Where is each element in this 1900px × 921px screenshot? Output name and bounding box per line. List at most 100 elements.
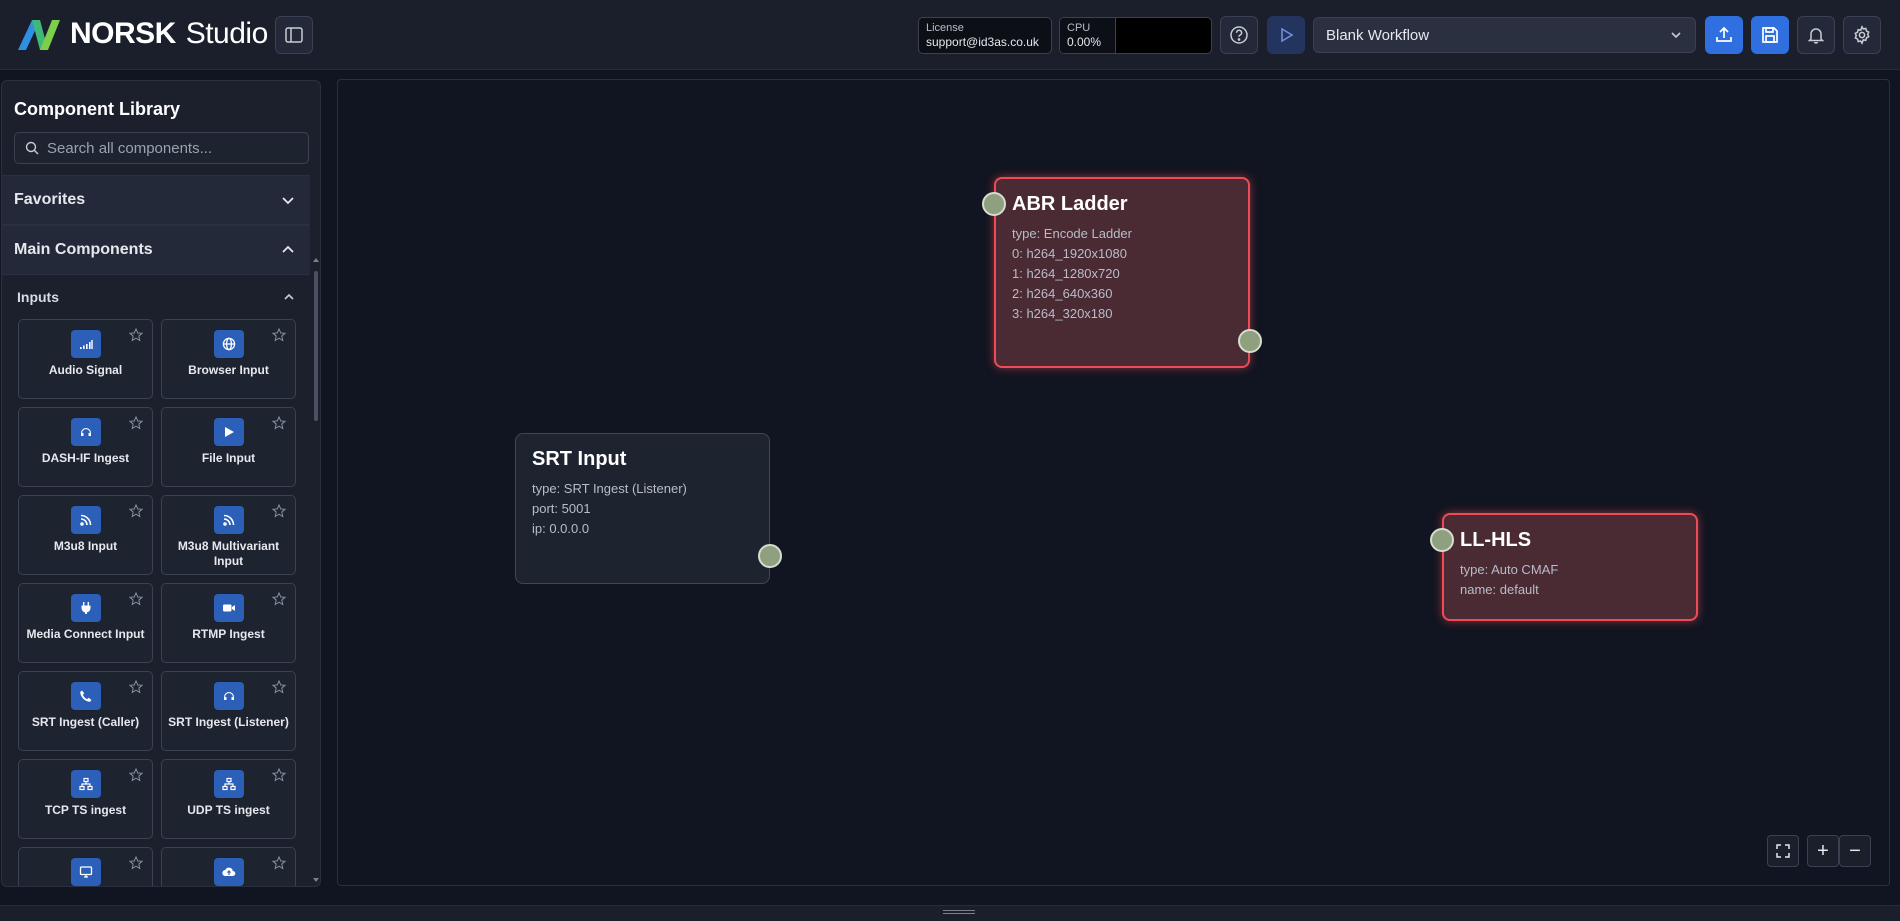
network-icon xyxy=(78,777,93,791)
component-name: SRT Ingest (Caller) xyxy=(31,715,140,729)
srt-output-port[interactable] xyxy=(758,544,782,568)
component-name: DASH-IF Ingest xyxy=(41,451,130,465)
subsection-inputs-label: Inputs xyxy=(17,289,59,305)
zoom-in-button[interactable]: + xyxy=(1807,835,1839,867)
section-favorites[interactable]: Favorites xyxy=(2,175,310,225)
search-input[interactable] xyxy=(47,139,297,157)
fit-view-button[interactable] xyxy=(1767,835,1799,867)
scroll-down-icon[interactable] xyxy=(312,876,320,884)
node-property: 0: h264_1920x1080 xyxy=(1012,246,1127,261)
subsection-inputs[interactable]: Inputs xyxy=(2,275,310,319)
component-card-browser-input[interactable]: Browser Input xyxy=(161,319,296,399)
plug-icon xyxy=(81,602,90,614)
rss-icon xyxy=(222,514,234,526)
star-icon[interactable] xyxy=(272,416,286,430)
license-label: License xyxy=(926,22,964,34)
abr-input-port[interactable] xyxy=(982,192,1006,216)
node-property: name: default xyxy=(1460,582,1539,597)
settings-button[interactable] xyxy=(1843,16,1881,54)
star-icon[interactable] xyxy=(272,328,286,342)
cpu-monitor: CPU 0.00% xyxy=(1059,17,1212,54)
component-card-tcp-ts-ingest[interactable]: TCP TS ingest xyxy=(18,759,153,839)
star-icon[interactable] xyxy=(272,680,286,694)
node-srt-input[interactable]: SRT Input type: SRT Ingest (Listener) po… xyxy=(515,433,770,584)
top-bar: NORSK Studio License support@id3as.co.uk… xyxy=(0,0,1900,70)
node-property: 2: h264_640x360 xyxy=(1012,286,1113,301)
star-icon[interactable] xyxy=(129,592,143,606)
component-card-udp-ts-ingest[interactable]: UDP TS ingest xyxy=(161,759,296,839)
chevron-down-icon xyxy=(282,197,294,205)
star-icon[interactable] xyxy=(129,680,143,694)
component-card-audio-signal[interactable]: Audio Signal xyxy=(18,319,153,399)
star-icon[interactable] xyxy=(272,592,286,606)
llhls-input-port[interactable] xyxy=(1430,528,1454,552)
license-info: License support@id3as.co.uk xyxy=(918,17,1052,54)
bottom-panel-handle[interactable] xyxy=(0,905,1900,921)
norsk-logo-icon xyxy=(18,20,60,50)
monitor-icon xyxy=(79,866,92,878)
sidebar-scrollbar[interactable] xyxy=(314,271,318,421)
component-card-srt-ingest-caller[interactable]: SRT Ingest (Caller) xyxy=(18,671,153,751)
node-ll-hls[interactable]: LL-HLS type: Auto CMAF name: default xyxy=(1442,513,1698,621)
node-property: 1: h264_1280x720 xyxy=(1012,266,1120,281)
component-card-dash-if-ingest[interactable]: DASH-IF Ingest xyxy=(18,407,153,487)
component-card-partial[interactable] xyxy=(18,847,153,886)
component-card-m3u8-input[interactable]: M3u8 Input xyxy=(18,495,153,575)
zoom-out-button[interactable]: − xyxy=(1839,835,1871,867)
help-button[interactable] xyxy=(1220,16,1258,54)
star-icon[interactable] xyxy=(129,856,143,870)
workflow-canvas[interactable]: ABR Ladder type: Encode Ladder 0: h264_1… xyxy=(337,79,1890,886)
node-title: LL-HLS xyxy=(1460,529,1532,551)
node-property: type: SRT Ingest (Listener) xyxy=(532,481,687,496)
section-favorites-label: Favorites xyxy=(14,191,86,208)
toggle-sidebar-button[interactable] xyxy=(275,16,313,54)
component-card-m3u8-multivariant-input[interactable]: M3u8 Multivariant Input xyxy=(161,495,296,575)
component-name: Media Connect Input xyxy=(26,627,145,641)
search-box[interactable] xyxy=(14,132,309,164)
star-icon[interactable] xyxy=(129,328,143,342)
component-card-rtmp-ingest[interactable]: RTMP Ingest xyxy=(161,583,296,663)
fullscreen-icon xyxy=(1776,844,1790,858)
node-property: type: Encode Ladder xyxy=(1012,226,1132,241)
resize-grip-icon[interactable] xyxy=(943,910,975,914)
run-workflow-button[interactable] xyxy=(1267,16,1305,54)
logo-product: Studio xyxy=(185,17,269,50)
scroll-up-icon[interactable] xyxy=(312,256,320,264)
star-icon[interactable] xyxy=(129,504,143,518)
star-icon[interactable] xyxy=(272,856,286,870)
node-property: type: Auto CMAF xyxy=(1460,562,1559,577)
component-name: RTMP Ingest xyxy=(192,627,265,641)
component-name: Audio Signal xyxy=(48,363,123,377)
upload-button[interactable] xyxy=(1705,16,1743,54)
section-main-label: Main Components xyxy=(14,241,153,258)
chevron-up-icon xyxy=(284,293,294,300)
workflow-selected-value: Blank Workflow xyxy=(1326,26,1430,44)
bell-icon xyxy=(1807,28,1825,44)
signal-icon xyxy=(79,340,93,349)
search-icon xyxy=(25,141,39,155)
node-abr-ladder[interactable]: ABR Ladder type: Encode Ladder 0: h264_1… xyxy=(994,177,1250,368)
workflow-select[interactable]: Blank Workflow xyxy=(1313,17,1696,53)
save-button[interactable] xyxy=(1751,16,1789,54)
cpu-value: 0.00% xyxy=(1067,35,1102,49)
component-card-partial[interactable] xyxy=(161,847,296,886)
component-grid: Audio Signal Browser Input DASH-IF Inges… xyxy=(2,319,310,886)
help-icon xyxy=(1230,26,1248,44)
star-icon[interactable] xyxy=(272,768,286,782)
star-icon[interactable] xyxy=(129,416,143,430)
component-card-file-input[interactable]: File Input xyxy=(161,407,296,487)
component-name: SRT Ingest (Listener) xyxy=(168,715,289,729)
node-title: ABR Ladder xyxy=(1012,193,1128,215)
component-card-srt-ingest-listener[interactable]: SRT Ingest (Listener) xyxy=(161,671,296,751)
component-name: M3u8 Multivariant Input xyxy=(177,539,280,568)
zoom-out-label: − xyxy=(1849,839,1861,862)
star-icon[interactable] xyxy=(129,768,143,782)
save-icon xyxy=(1762,27,1778,43)
logo-brand: NORSK xyxy=(70,17,176,50)
notifications-button[interactable] xyxy=(1797,16,1835,54)
cpu-graph xyxy=(1116,18,1211,53)
section-main-components[interactable]: Main Components xyxy=(2,225,310,275)
abr-output-port[interactable] xyxy=(1238,329,1262,353)
component-card-media-connect-input[interactable]: Media Connect Input xyxy=(18,583,153,663)
star-icon[interactable] xyxy=(272,504,286,518)
